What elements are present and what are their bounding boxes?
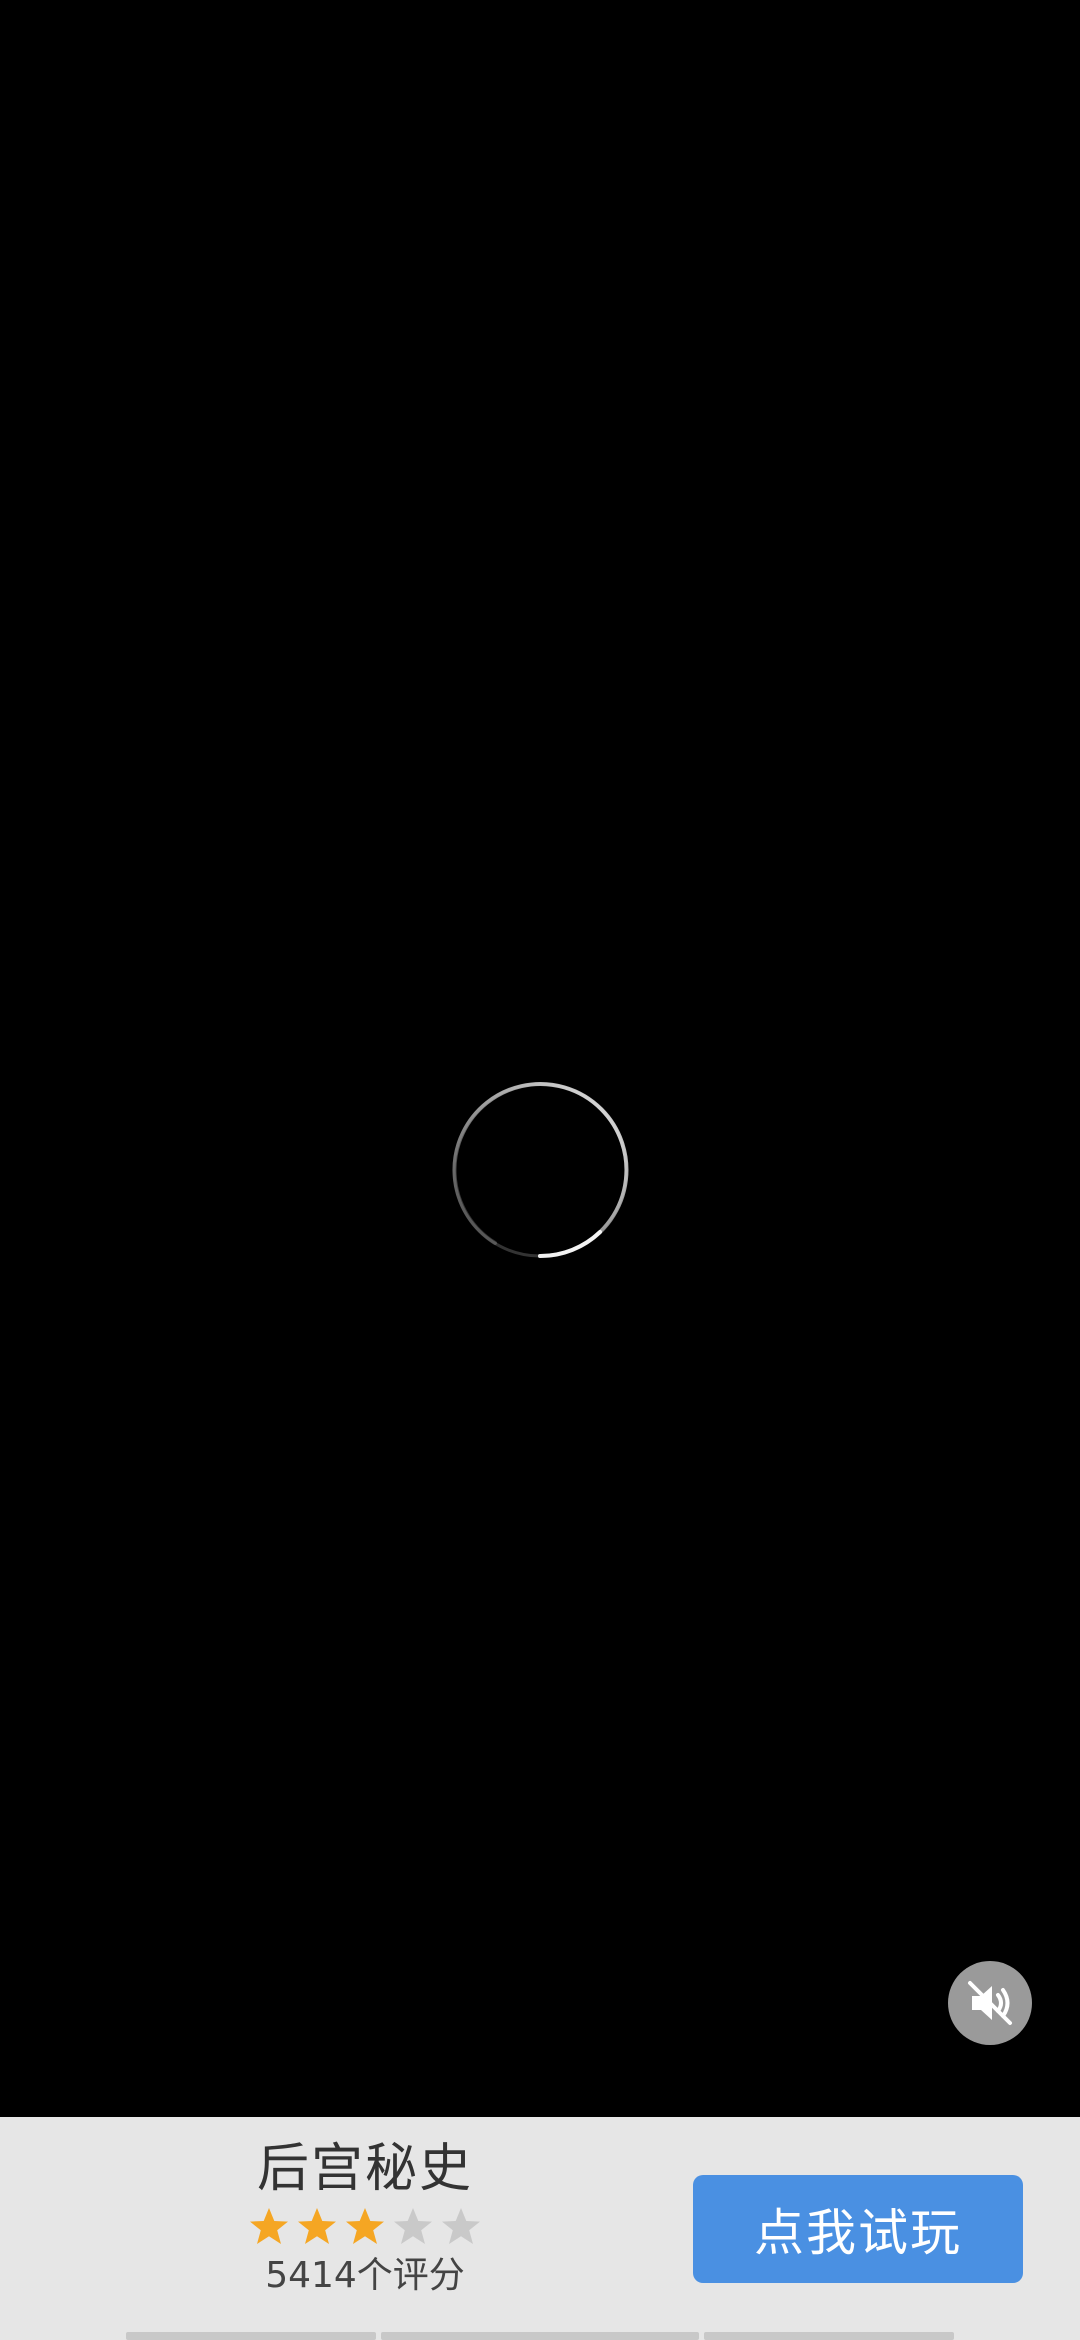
star-empty-icon <box>394 2208 432 2244</box>
star-empty-icon <box>442 2208 480 2244</box>
page-indicators <box>0 2332 1080 2340</box>
page-indicator <box>704 2332 954 2340</box>
loading-spinner-icon <box>452 1082 629 1259</box>
app-title: 后宫秘史 <box>256 2139 473 2199</box>
app-info-bar: 后宫秘史 5414个评分 点我试玩 <box>0 2117 1080 2340</box>
rating-stars <box>248 2205 482 2249</box>
star-filled-icon <box>298 2208 336 2244</box>
page-indicator <box>126 2332 376 2340</box>
ad-screen: 后宫秘史 5414个评分 点我试玩 <box>0 0 1080 2340</box>
app-info: 后宫秘史 5414个评分 <box>220 2139 510 2299</box>
speaker-muted-icon <box>968 1981 1012 2025</box>
video-player[interactable] <box>0 0 1080 2117</box>
try-play-button[interactable]: 点我试玩 <box>693 2175 1023 2283</box>
star-filled-icon <box>346 2208 384 2244</box>
star-filled-icon <box>250 2208 288 2244</box>
mute-button[interactable] <box>948 1961 1032 2045</box>
page-indicator <box>381 2332 699 2340</box>
rating-count: 5414个评分 <box>265 2255 465 2296</box>
